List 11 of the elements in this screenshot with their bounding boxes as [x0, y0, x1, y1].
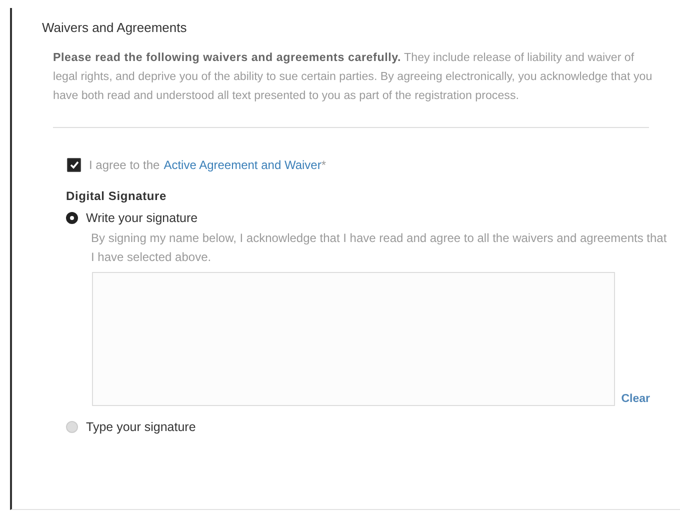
- signature-description: By signing my name below, I acknowledge that I have read and agree to all the waivers and agreements that I have selected above.: [91, 230, 668, 266]
- option-label: Type your signature: [86, 420, 196, 434]
- agreement-link[interactable]: Active Agreement and Waiver*: [164, 158, 326, 172]
- intro-paragraph: Please read the following waivers and agreements carefully. They include release of liability and waiver of legal rights, and deprive you of the ability to sue certain parties. By agreeing electronically, you acknowledge that you have both read and understood all text presented to you as part of the registration process.: [53, 50, 653, 104]
- agree-checkbox[interactable]: [67, 158, 81, 172]
- signature-radio[interactable]: [66, 212, 78, 224]
- agree-label: I agree to the: [89, 158, 160, 172]
- signature-heading: Digital Signature: [66, 189, 168, 203]
- option-label: Write your signature: [86, 211, 198, 225]
- clear-button[interactable]: Clear: [621, 393, 650, 405]
- section-title: Waivers and Agreements: [42, 20, 188, 35]
